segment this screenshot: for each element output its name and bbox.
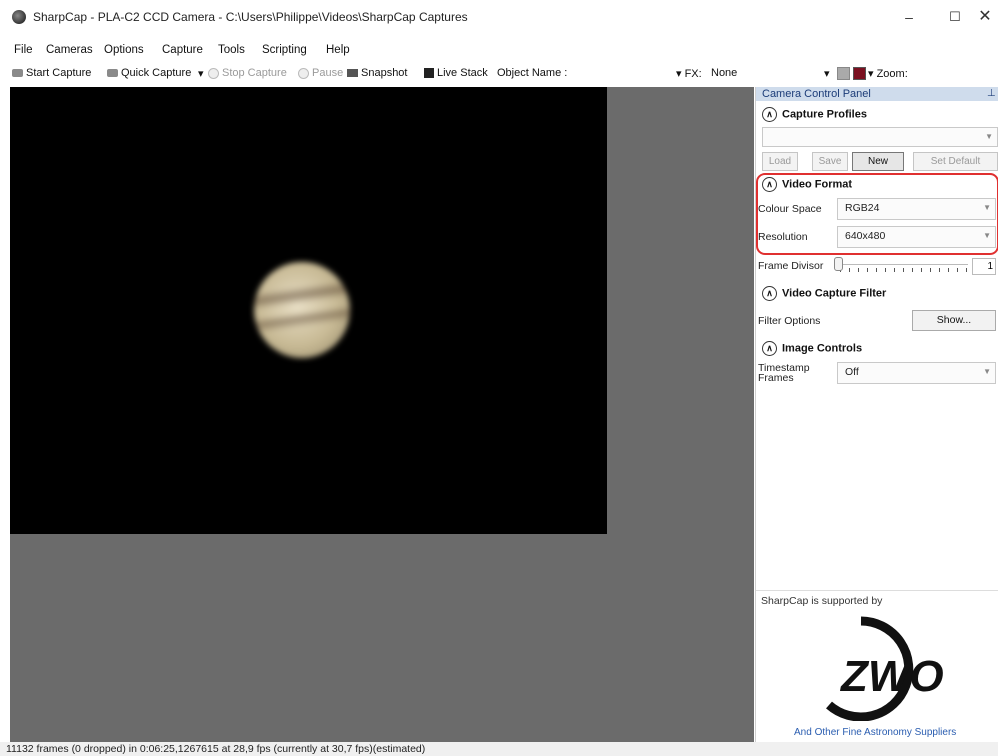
chevron-down-icon: ▼ (983, 231, 991, 240)
zwo-logo-text: ZWO (839, 652, 944, 701)
chevron-down-icon: ▼ (985, 132, 993, 141)
load-profile-button[interactable]: Load (762, 152, 798, 171)
menu-bar: File Cameras Options Capture Tools Scrip… (0, 40, 998, 62)
fx-select[interactable]: None (711, 67, 737, 79)
start-capture-label: Start Capture (26, 67, 92, 79)
save-profile-button[interactable]: Save (812, 152, 848, 171)
object-name-input[interactable] (568, 64, 672, 84)
resolution-label: Resolution (758, 231, 808, 243)
new-profile-button[interactable]: New (852, 152, 904, 171)
colour-space-value: RGB24 (845, 202, 880, 214)
pause-button[interactable]: Pause (298, 67, 343, 79)
chevron-up-icon: ∧ (762, 341, 777, 356)
zoom-label[interactable]: ▾ Zoom: (868, 67, 908, 80)
menu-scripting[interactable]: Scripting (262, 44, 307, 56)
video-format-title: Video Format (782, 178, 853, 191)
snapshot-button[interactable]: Snapshot (347, 67, 407, 79)
video-format-header[interactable]: ∧ Video Format (762, 177, 852, 192)
frame-divisor-label: Frame Divisor (758, 260, 824, 272)
minimize-button[interactable]: – (886, 4, 932, 30)
frame-divisor-input[interactable]: 1 (972, 258, 996, 275)
jupiter-image (254, 262, 350, 358)
close-button[interactable]: ✕ (962, 4, 998, 30)
resolution-select[interactable]: 640x480 ▼ (837, 226, 996, 248)
resolution-value: 640x480 (845, 230, 886, 242)
image-controls-title: Image Controls (782, 342, 863, 355)
set-default-profile-button[interactable]: Set Default (913, 152, 998, 171)
chevron-up-icon: ∧ (762, 177, 777, 192)
live-stack-icon (424, 68, 434, 79)
capture-profile-select[interactable]: ▼ (762, 127, 998, 147)
pin-icon[interactable]: ⊥ (987, 88, 996, 99)
chevron-up-icon: ∧ (762, 286, 777, 301)
stop-capture-button[interactable]: Stop Capture (208, 67, 287, 79)
toolbar: Start Capture Quick Capture ▾ Stop Captu… (0, 63, 998, 85)
frame-divisor-slider[interactable] (834, 257, 843, 271)
gray-swatch-icon[interactable] (837, 67, 850, 80)
support-text: SharpCap is supported by (761, 595, 883, 607)
suppliers-link[interactable]: And Other Fine Astronomy Suppliers (794, 727, 956, 738)
menu-options[interactable]: Options (104, 44, 144, 56)
fx-label: ▾ FX: (676, 68, 702, 80)
window-title: SharpCap - PLA-C2 CCD Camera - C:\Users\… (33, 10, 468, 24)
video-capture-filter-title: Video Capture Filter (782, 287, 887, 300)
quick-capture-button[interactable]: Quick Capture (107, 67, 191, 79)
zwo-logo: ZWO (826, 616, 944, 721)
camera-preview (10, 87, 607, 534)
red-swatch-icon[interactable] (853, 67, 866, 80)
stop-capture-label: Stop Capture (222, 67, 287, 79)
colour-space-select[interactable]: RGB24 ▼ (837, 198, 996, 220)
chevron-down-icon: ▼ (983, 203, 991, 212)
panel-header: Camera Control Panel ⊥ (756, 87, 998, 101)
menu-help[interactable]: Help (326, 44, 350, 56)
capture-viewer[interactable] (10, 87, 754, 742)
filter-options-label: Filter Options (758, 315, 821, 327)
camera-icon (107, 69, 118, 78)
snapshot-icon (347, 69, 358, 78)
camera-icon (12, 69, 23, 78)
timestamp-frames-select[interactable]: Off ▼ (837, 362, 996, 384)
status-bar: 11132 frames (0 dropped) in 0:06:25,1267… (0, 742, 998, 756)
stop-icon (208, 67, 219, 79)
panel-title: Camera Control Panel (762, 88, 871, 100)
colour-space-label: Colour Space (758, 203, 822, 215)
show-filter-button[interactable]: Show... (912, 310, 996, 331)
timestamp-frames-value: Off (845, 366, 859, 378)
start-capture-button[interactable]: Start Capture (12, 67, 91, 79)
live-stack-button[interactable]: Live Stack (424, 67, 488, 79)
video-capture-filter-header[interactable]: ∧ Video Capture Filter (762, 286, 886, 301)
pause-icon (298, 67, 309, 79)
menu-tools[interactable]: Tools (218, 44, 245, 56)
live-stack-label: Live Stack (437, 67, 488, 79)
menu-cameras[interactable]: Cameras (46, 44, 93, 56)
chevron-up-icon: ∧ (762, 107, 777, 122)
object-name-label: Object Name : (497, 67, 568, 79)
quick-capture-dropdown[interactable]: ▾ (198, 67, 204, 80)
quick-capture-label: Quick Capture (121, 67, 192, 79)
capture-profiles-header[interactable]: ∧ Capture Profiles (762, 107, 867, 122)
capture-status-text: 11132 frames (0 dropped) in 0:06:25,1267… (6, 743, 426, 755)
pause-label: Pause (312, 67, 344, 79)
title-bar: SharpCap - PLA-C2 CCD Camera - C:\Users\… (0, 0, 998, 34)
menu-capture[interactable]: Capture (162, 44, 203, 56)
image-controls-header[interactable]: ∧ Image Controls (762, 341, 862, 356)
timestamp-frames-label: Timestamp Frames (758, 362, 810, 384)
frame-divisor-ticks (840, 268, 968, 272)
camera-control-panel: Camera Control Panel ⊥ ∧ Capture Profiles… (755, 87, 998, 743)
frame-divisor-track (836, 264, 968, 265)
snapshot-label: Snapshot (361, 67, 408, 79)
capture-profiles-title: Capture Profiles (782, 108, 867, 121)
support-box: SharpCap is supported by ZWO And Other F… (756, 590, 998, 743)
menu-file[interactable]: File (14, 44, 33, 56)
chevron-down-icon: ▼ (983, 367, 991, 376)
sharpcap-app-icon (12, 10, 26, 24)
swatch-dropdown[interactable]: ▾ (824, 67, 830, 80)
